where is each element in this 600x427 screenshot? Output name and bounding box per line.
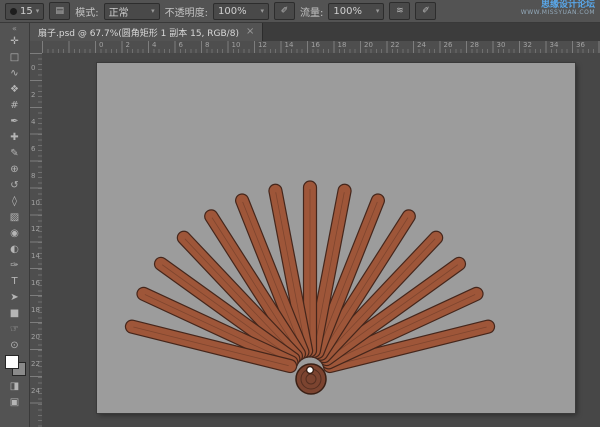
ruler-number: 32: [523, 41, 532, 49]
quick-selection-tool[interactable]: ❖: [3, 81, 27, 97]
page[interactable]: [97, 63, 575, 413]
brush-panel-toggle[interactable]: ▤: [49, 2, 70, 20]
lasso-tool[interactable]: ∿: [3, 65, 27, 81]
ruler-number: 14: [285, 41, 294, 49]
document-tab-title: 扇子.psd @ 67.7%(圆角矩形 1 副本 15, RGB/8): [38, 26, 239, 39]
screen-mode-button[interactable]: ▣: [3, 394, 27, 410]
ruler-number: 24: [31, 387, 40, 395]
flow-select[interactable]: 100% ▾: [328, 3, 384, 20]
ruler-number: 24: [417, 41, 426, 49]
zoom-tool[interactable]: ⊙: [3, 337, 27, 353]
ruler-number: 18: [31, 306, 40, 314]
ruler-number: 8: [31, 172, 35, 180]
ruler-number: 16: [31, 279, 40, 287]
toolbar-collapse-button[interactable]: «: [12, 24, 17, 33]
opacity-label: 不透明度:: [165, 4, 208, 19]
ruler-number: 18: [338, 41, 347, 49]
ruler-number: 26: [444, 41, 453, 49]
mode-select[interactable]: 正常 ▾: [104, 3, 160, 20]
document-tabbar: 扇子.psd @ 67.7%(圆角矩形 1 副本 15, RGB/8) ×: [30, 23, 600, 41]
ruler-number: 16: [311, 41, 320, 49]
ruler-number: 20: [31, 333, 40, 341]
healing-brush-tool[interactable]: ✚: [3, 129, 27, 145]
brush-preset-size: 15: [20, 6, 33, 17]
foreground-color-swatch[interactable]: [5, 355, 19, 369]
brush-tip-icon: [10, 8, 17, 15]
ruler-number: 34: [550, 41, 559, 49]
mode-label: 模式:: [75, 4, 98, 19]
ruler-number: 0: [31, 64, 35, 72]
dodge-tool[interactable]: ◐: [3, 241, 27, 257]
document-area: 扇子.psd @ 67.7%(圆角矩形 1 副本 15, RGB/8) × 0 2…: [30, 23, 600, 427]
chevron-down-icon: ▾: [151, 7, 155, 15]
ruler-number: 12: [31, 225, 40, 233]
ruler-number: 12: [258, 41, 267, 49]
gradient-tool[interactable]: ▨: [3, 209, 27, 225]
options-bar: 15 ▾ ▤ 模式: 正常 ▾ 不透明度: 100% ▾ ✐ 流量: 100% …: [0, 0, 600, 23]
ruler-number: 30: [497, 41, 506, 49]
ruler-number: 6: [31, 145, 35, 153]
clone-stamp-tool[interactable]: ⊕: [3, 161, 27, 177]
hand-tool[interactable]: ☞: [3, 321, 27, 337]
pressure-size-icon[interactable]: ✐: [415, 2, 436, 20]
close-icon[interactable]: ×: [246, 27, 254, 37]
ruler-number: 20: [364, 41, 373, 49]
eraser-tool[interactable]: ◊: [3, 193, 27, 209]
ruler-number: 22: [31, 360, 40, 368]
pressure-opacity-icon[interactable]: ✐: [274, 2, 295, 20]
fan-graphic: [97, 63, 575, 413]
blur-tool[interactable]: ◉: [3, 225, 27, 241]
ruler-number: 4: [31, 118, 35, 126]
watermark-url: WWW.MISSYUAN.COM: [521, 10, 595, 16]
tool-list: ✛□∿❖#✒✚✎⊕↺◊▨◉◐✑T➤■☞⊙: [3, 33, 27, 353]
ruler-number: 10: [31, 199, 40, 207]
ruler-number: 2: [126, 41, 130, 49]
ruler-number: 0: [99, 41, 103, 49]
tools-panel: « ✛□∿❖#✒✚✎⊕↺◊▨◉◐✑T➤■☞⊙ ◨▣: [0, 23, 30, 427]
canvas-viewport[interactable]: [42, 53, 600, 427]
chevron-down-icon: ▾: [376, 7, 380, 15]
opacity-select[interactable]: 100% ▾: [213, 3, 269, 20]
ruler-number: 22: [391, 41, 400, 49]
path-selection-tool[interactable]: ➤: [3, 289, 27, 305]
shape-tool[interactable]: ■: [3, 305, 27, 321]
move-tool[interactable]: ✛: [3, 33, 27, 49]
brush-tool[interactable]: ✎: [3, 145, 27, 161]
toolbar-extra-buttons: ◨▣: [3, 378, 27, 410]
type-tool[interactable]: T: [3, 273, 27, 289]
ruler-number: 36: [576, 41, 585, 49]
ruler-number: 2: [31, 91, 35, 99]
crop-tool[interactable]: #: [3, 97, 27, 113]
opacity-value: 100%: [218, 6, 247, 17]
brush-preset-picker[interactable]: 15 ▾: [5, 3, 44, 20]
marquee-tool[interactable]: □: [3, 49, 27, 65]
chevron-down-icon: ▾: [36, 7, 40, 15]
chevron-down-icon: ▾: [260, 7, 264, 15]
history-brush-tool[interactable]: ↺: [3, 177, 27, 193]
eyedropper-tool[interactable]: ✒: [3, 113, 27, 129]
photoshop-window: 15 ▾ ▤ 模式: 正常 ▾ 不透明度: 100% ▾ ✐ 流量: 100% …: [0, 0, 600, 427]
ruler-number: 6: [179, 41, 183, 49]
ruler-number: 14: [31, 252, 40, 260]
ruler-number: 28: [470, 41, 479, 49]
ruler-number: 8: [205, 41, 209, 49]
quick-mask-button[interactable]: ◨: [3, 378, 27, 394]
document-tab[interactable]: 扇子.psd @ 67.7%(圆角矩形 1 副本 15, RGB/8) ×: [30, 23, 263, 41]
airbrush-toggle-icon[interactable]: ≋: [389, 2, 410, 20]
site-watermark: 思缘设计论坛 WWW.MISSYUAN.COM: [521, 1, 595, 17]
ruler-number: 10: [232, 41, 241, 49]
pen-tool[interactable]: ✑: [3, 257, 27, 273]
color-swatches: [4, 355, 26, 378]
flow-value: 100%: [333, 6, 362, 17]
mode-value: 正常: [109, 4, 129, 19]
ruler-number: 4: [152, 41, 156, 49]
flow-label: 流量:: [300, 4, 323, 19]
